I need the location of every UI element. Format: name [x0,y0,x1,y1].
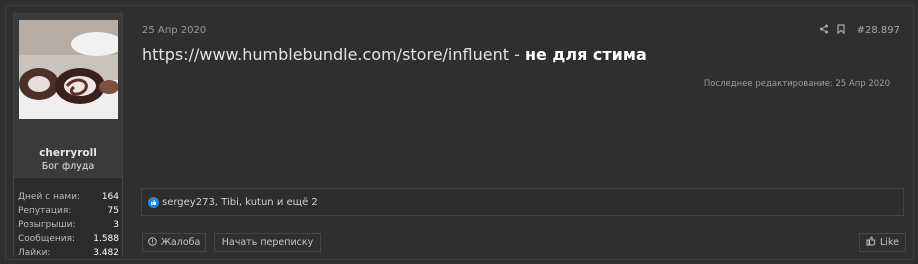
like-reaction-icon [148,197,159,208]
post-bold-text: не для стима [524,45,647,64]
like-button[interactable]: Like [859,233,906,252]
stat-giveaways: Розыгрыши: 3 [14,220,122,234]
like-label: Like [880,237,899,248]
last-edited: Последнее редактирование: 25 Апр 2020 [703,79,890,89]
message-post: cherryroll Бог флуда Дней с нами: 164 Ре… [5,5,914,260]
stat-messages-value: 1.588 [93,234,119,244]
report-button[interactable]: Жалоба [142,233,206,252]
start-conversation-label: Начать переписку [221,237,314,248]
post-link[interactable]: https://www.humblebundle.com/store/influ… [142,45,509,64]
username[interactable]: cherryroll [14,147,122,159]
reactions-bar[interactable]: sergey273, Tibi, kutun и ещё 2 [141,188,904,216]
user-cell: cherryroll Бог флуда Дней с нами: 164 Ре… [13,13,123,258]
stat-giveaways-label: Розыгрыши: [18,220,76,230]
stat-reputation-value: 75 [107,206,119,216]
stat-days-value: 164 [101,192,119,202]
stat-messages: Сообщения: 1.588 [14,234,122,248]
stat-likes-value: 3.482 [93,248,119,258]
stat-likes-label: Лайки: [18,248,51,258]
thumbs-up-icon [866,236,876,249]
share-icon[interactable] [819,24,829,37]
stat-messages-label: Сообщения: [18,234,76,244]
reactions-text[interactable]: sergey273, Tibi, kutun и ещё 2 [162,197,318,208]
post-tools: #28.897 [819,23,900,37]
stat-giveaways-value: 3 [113,220,119,230]
report-label: Жалоба [160,237,201,248]
avatar[interactable] [19,20,118,119]
post-number[interactable]: #28.897 [857,25,900,36]
user-stats: Дней с нами: 164 Репутация: 75 Розыгрыши… [14,177,122,258]
post-date[interactable]: 25 Апр 2020 [142,25,206,36]
post-separator: - [509,45,525,64]
start-conversation-button[interactable]: Начать переписку [214,233,321,252]
bookmark-icon[interactable] [837,23,845,37]
post-content: https://www.humblebundle.com/store/influ… [142,45,647,64]
user-title: Бог флуда [41,161,95,172]
report-icon [147,236,157,249]
stat-likes: Лайки: 3.482 [14,248,122,262]
stat-days: Дней с нами: 164 [14,192,122,206]
stat-days-label: Дней с нами: [18,192,81,202]
stat-reputation: Репутация: 75 [14,206,122,220]
stat-reputation-label: Репутация: [18,206,72,216]
